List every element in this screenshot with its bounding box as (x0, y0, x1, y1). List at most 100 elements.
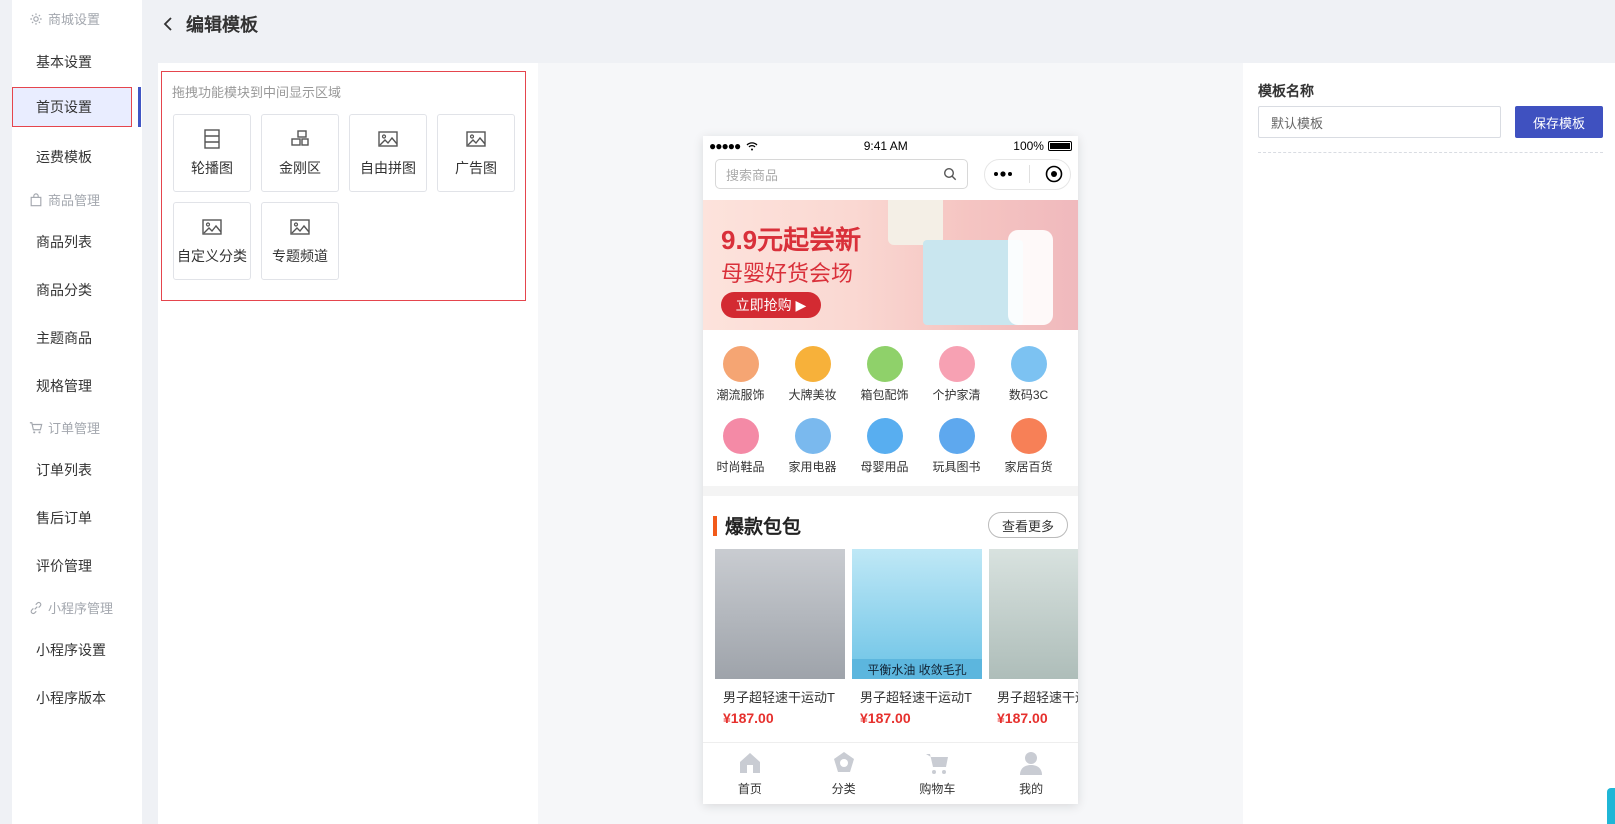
toys-icon (938, 418, 975, 454)
sidebar-item-shipping-template[interactable]: 运费模板 (36, 147, 92, 167)
sidebar-item-miniprogram-version[interactable]: 小程序版本 (36, 688, 106, 708)
template-name-input[interactable] (1258, 106, 1501, 138)
tab-mine[interactable]: 我的 (984, 743, 1078, 804)
module-label: 广告图 (455, 160, 497, 176)
sidebar-item-reviews[interactable]: 评价管理 (36, 556, 92, 576)
category-label: 家居百货 (1004, 460, 1053, 474)
category-item[interactable]: 时尚鞋品 (703, 418, 778, 475)
active-indicator (138, 87, 141, 127)
tab-category[interactable]: 分类 (797, 743, 891, 804)
sidebar-group-label: 商品管理 (48, 193, 101, 208)
module-palette: 拖拽功能模块到中间显示区域 轮播图 金刚区 自由拼图 广告图 自定义分类 专题频… (161, 71, 526, 301)
status-bar: ●●●●● 9:41 AM 100% (703, 136, 1078, 156)
module-carousel[interactable]: 轮播图 (173, 114, 251, 192)
category-item[interactable]: 母婴用品 (847, 418, 922, 475)
category-item[interactable]: 家居百货 (991, 418, 1066, 475)
home-icon (739, 753, 760, 773)
sidebar-item-home-settings[interactable]: 首页设置 (12, 87, 132, 127)
appliance-icon (794, 418, 831, 454)
sidebar-item-basic-settings[interactable]: 基本设置 (36, 52, 92, 72)
category-label: 箱包配饰 (860, 388, 909, 402)
search-row: 搜索商品 (703, 156, 1078, 192)
category-label: 家用电器 (788, 460, 837, 474)
divider (1258, 152, 1603, 153)
cart-icon (926, 754, 949, 774)
category-label: 个护家清 (932, 388, 981, 402)
module-label: 自由拼图 (360, 160, 416, 176)
product-card[interactable]: 平衡水油 收敛毛孔 男子超轻速干运动T ¥187.00 (852, 549, 982, 729)
banner-subtitle: 母婴好货会场 (721, 261, 854, 286)
view-more-button[interactable]: 查看更多 (988, 512, 1068, 538)
module-topic-channel[interactable]: 专题频道 (261, 202, 339, 280)
module-label: 专题频道 (272, 248, 328, 264)
sidebar-item-theme-products[interactable]: 主题商品 (36, 328, 92, 348)
banner-button-label: 立即抢购 (735, 297, 792, 313)
more-dots-icon[interactable] (992, 170, 1014, 178)
product-name: 男子超轻速干运动T (997, 690, 1078, 705)
tab-label: 首页 (737, 782, 762, 796)
product-card[interactable]: 男子超轻速干运动T ¥187.00 (989, 549, 1078, 729)
bag-icon (866, 346, 903, 382)
category-item[interactable]: 潮流服饰 (703, 346, 778, 403)
banner-title: 9.9元起尝新 (721, 225, 862, 255)
category-item[interactable]: 个护家清 (919, 346, 994, 403)
gear-icon (30, 12, 42, 25)
tab-cart[interactable]: 购物车 (891, 743, 985, 804)
sidebar-group-label: 订单管理 (48, 421, 101, 436)
category-label: 大牌美妆 (788, 388, 837, 402)
page-header: 编辑模板 (162, 10, 258, 38)
carousel-banner[interactable]: 9.9元起尝新 母婴好货会场 立即抢购 ▶ (703, 200, 1078, 330)
category-label: 时尚鞋品 (716, 460, 765, 474)
image-icon (202, 219, 222, 235)
miniprogram-capsule[interactable] (984, 158, 1071, 190)
link-icon (30, 601, 42, 614)
edge-widget[interactable] (1607, 788, 1615, 824)
product-image (715, 549, 845, 679)
product-card[interactable]: 男子超轻速干运动T ¥187.00 (715, 549, 845, 729)
bag-icon (30, 192, 42, 206)
personal-care-icon (938, 346, 975, 382)
module-ad-image[interactable]: 广告图 (437, 114, 515, 192)
sidebar-item-order-list[interactable]: 订单列表 (36, 460, 92, 480)
close-target-icon[interactable] (1045, 165, 1063, 183)
back-arrow-icon[interactable] (162, 10, 178, 38)
sidebar-item-miniprogram-settings[interactable]: 小程序设置 (36, 640, 106, 660)
signal-icon: ●●●●● (709, 139, 758, 153)
blocks-icon (291, 130, 309, 146)
tab-label: 分类 (831, 782, 856, 796)
phone-preview: ●●●●● 9:41 AM 100% 搜索商品 9.9元起尝新 母婴好货会场 立… (703, 136, 1078, 804)
category-icon (833, 752, 854, 772)
module-free-puzzle[interactable]: 自由拼图 (349, 114, 427, 192)
category-item[interactable]: 玩具图书 (919, 418, 994, 475)
category-item[interactable]: 大牌美妆 (775, 346, 850, 403)
category-item[interactable]: 数码3C (991, 346, 1066, 403)
tab-home[interactable]: 首页 (703, 743, 797, 804)
category-label: 数码3C (1008, 388, 1049, 402)
carousel-icon (204, 129, 220, 149)
category-label: 潮流服饰 (716, 388, 765, 402)
makeup-icon (794, 346, 831, 382)
template-name-label: 模板名称 (1258, 83, 1314, 99)
module-custom-category[interactable]: 自定义分类 (173, 202, 251, 280)
category-item[interactable]: 家用电器 (775, 418, 850, 475)
sidebar-item-spec-management[interactable]: 规格管理 (36, 376, 92, 396)
product-price: ¥187.00 (860, 710, 911, 726)
sidebar-group-orders: 订单管理 (29, 418, 100, 437)
banner-buy-button[interactable]: 立即抢购 ▶ (721, 292, 821, 318)
module-king-kong[interactable]: 金刚区 (261, 114, 339, 192)
sidebar-item-product-category[interactable]: 商品分类 (36, 280, 92, 300)
category-item[interactable]: 箱包配饰 (847, 346, 922, 403)
sidebar-item-after-sales[interactable]: 售后订单 (36, 508, 92, 528)
tab-label: 购物车 (919, 782, 956, 796)
product-image: 平衡水油 收敛毛孔 (852, 549, 982, 679)
status-time: 9:41 AM (863, 139, 908, 153)
shoes-icon (722, 418, 759, 454)
hot-header: 爆款包包 (713, 512, 801, 539)
sidebar-item-product-list[interactable]: 商品列表 (36, 232, 92, 252)
module-label: 轮播图 (191, 160, 233, 176)
cart-icon (29, 421, 43, 433)
save-template-button[interactable]: 保存模板 (1515, 106, 1603, 138)
phone-search-input[interactable]: 搜索商品 (715, 159, 968, 189)
user-icon (1020, 752, 1043, 775)
search-icon (943, 167, 957, 181)
